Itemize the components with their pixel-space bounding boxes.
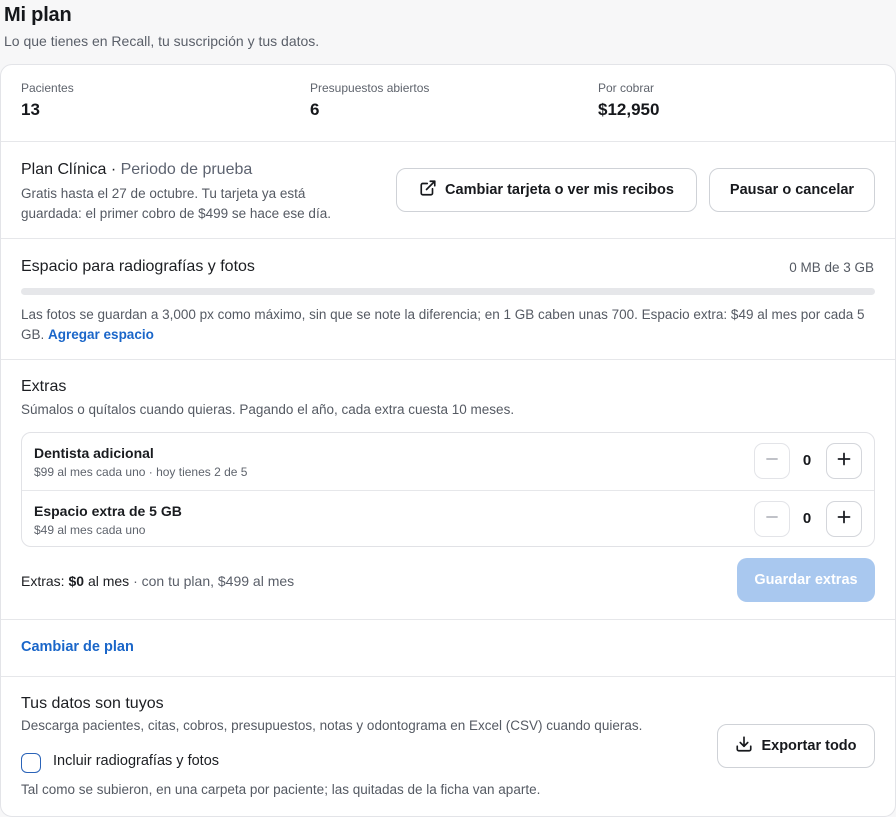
- plan-separator: ·: [110, 161, 117, 178]
- extras-title: Extras: [21, 378, 67, 395]
- extras-section: Extras Súmalos o quítalos cuando quieras…: [1, 360, 895, 620]
- stat-value: $12,950: [598, 100, 660, 119]
- decrease-storage-button[interactable]: [754, 501, 790, 537]
- storage-quantity: 0: [802, 510, 812, 527]
- extras-total: Extras: $0 al mes · con tu plan, $499 al…: [21, 573, 294, 589]
- add-storage-link[interactable]: Agregar espacio: [48, 327, 154, 342]
- stat-label: Por cobrar: [598, 81, 655, 95]
- pause-cancel-button[interactable]: Pausar o cancelar: [709, 168, 875, 212]
- plan-name: Plan Clínica: [21, 161, 107, 178]
- stat-value: 6: [310, 100, 320, 119]
- extras-total-note: · con tu plan, $499 al mes: [133, 573, 295, 589]
- dentist-quantity: 0: [802, 452, 812, 469]
- change-plan-section: Cambiar de plan: [1, 620, 895, 677]
- download-icon: [735, 735, 753, 757]
- export-all-button[interactable]: Exportar todo: [717, 724, 875, 768]
- extras-total-label: Extras:: [21, 573, 65, 589]
- change-card-button[interactable]: Cambiar tarjeta o ver mis recibos: [396, 168, 697, 212]
- stat-patients: Pacientes 13: [21, 81, 74, 120]
- stat-open-budgets: Presupuestos abiertos 6: [310, 81, 429, 120]
- change-card-label: Cambiar tarjeta o ver mis recibos: [445, 182, 674, 198]
- minus-icon: [764, 451, 780, 472]
- storage-description: Las fotos se guardan a 3,000 px como máx…: [21, 305, 879, 345]
- plan-status: Periodo de prueba: [120, 161, 253, 178]
- stat-receivable: Por cobrar $12,950: [598, 81, 659, 120]
- extra-item-dentist: Dentista adicional $99 al mes cada uno ·…: [22, 433, 874, 490]
- page-title: Mi plan: [4, 4, 72, 26]
- data-export-section: Tus datos son tuyos Descarga pacientes, …: [1, 677, 895, 816]
- minus-icon: [764, 509, 780, 530]
- plan-section: Plan Clínica · Periodo de prueba Gratis …: [1, 142, 895, 239]
- data-export-note: Tal como se subieron, en una carpeta por…: [21, 782, 541, 797]
- include-photos-checkbox[interactable]: [21, 753, 41, 773]
- extras-total-period: al mes: [87, 573, 130, 589]
- stats-section: Pacientes 13 Presupuestos abiertos 6 Por…: [1, 65, 895, 142]
- extras-list: Dentista adicional $99 al mes cada uno ·…: [21, 432, 875, 547]
- extra-name: Espacio extra de 5 GB: [34, 503, 182, 519]
- storage-progress-bar: [21, 288, 875, 295]
- extra-detail: $49 al mes cada uno: [34, 523, 146, 537]
- increase-storage-button[interactable]: [826, 501, 862, 537]
- export-all-label: Exportar todo: [761, 738, 857, 754]
- data-export-description: Descarga pacientes, citas, cobros, presu…: [21, 718, 643, 733]
- stat-value: 13: [21, 100, 40, 119]
- plan-title: Plan Clínica · Periodo de prueba: [21, 161, 252, 179]
- include-photos-label[interactable]: Incluir radiografías y fotos: [53, 753, 219, 769]
- extra-item-storage: Espacio extra de 5 GB $49 al mes cada un…: [22, 490, 874, 547]
- storage-usage: 0 MB de 3 GB: [789, 260, 874, 275]
- save-extras-button[interactable]: Guardar extras: [737, 558, 875, 602]
- stat-label: Presupuestos abiertos: [310, 81, 430, 95]
- plus-icon: [836, 509, 852, 530]
- decrease-dentist-button[interactable]: [754, 443, 790, 479]
- storage-section: Espacio para radiografías y fotos 0 MB d…: [1, 239, 895, 360]
- plan-card: Pacientes 13 Presupuestos abiertos 6 Por…: [0, 64, 896, 817]
- stat-label: Pacientes: [21, 81, 74, 95]
- page-subtitle: Lo que tienes en Recall, tu suscripción …: [4, 33, 320, 49]
- increase-dentist-button[interactable]: [826, 443, 862, 479]
- change-plan-link[interactable]: Cambiar de plan: [21, 639, 134, 655]
- plus-icon: [836, 451, 852, 472]
- extra-detail: $99 al mes cada uno · hoy tienes 2 de 5: [34, 465, 248, 479]
- storage-title: Espacio para radiografías y fotos: [21, 258, 255, 275]
- extras-total-amount: $0: [68, 573, 85, 589]
- plan-description: Gratis hasta el 27 de octubre. Tu tarjet…: [21, 186, 331, 221]
- data-export-title: Tus datos son tuyos: [21, 695, 164, 712]
- extra-name: Dentista adicional: [34, 445, 154, 461]
- extras-description: Súmalos o quítalos cuando quieras. Pagan…: [21, 402, 515, 417]
- external-link-icon: [419, 179, 437, 201]
